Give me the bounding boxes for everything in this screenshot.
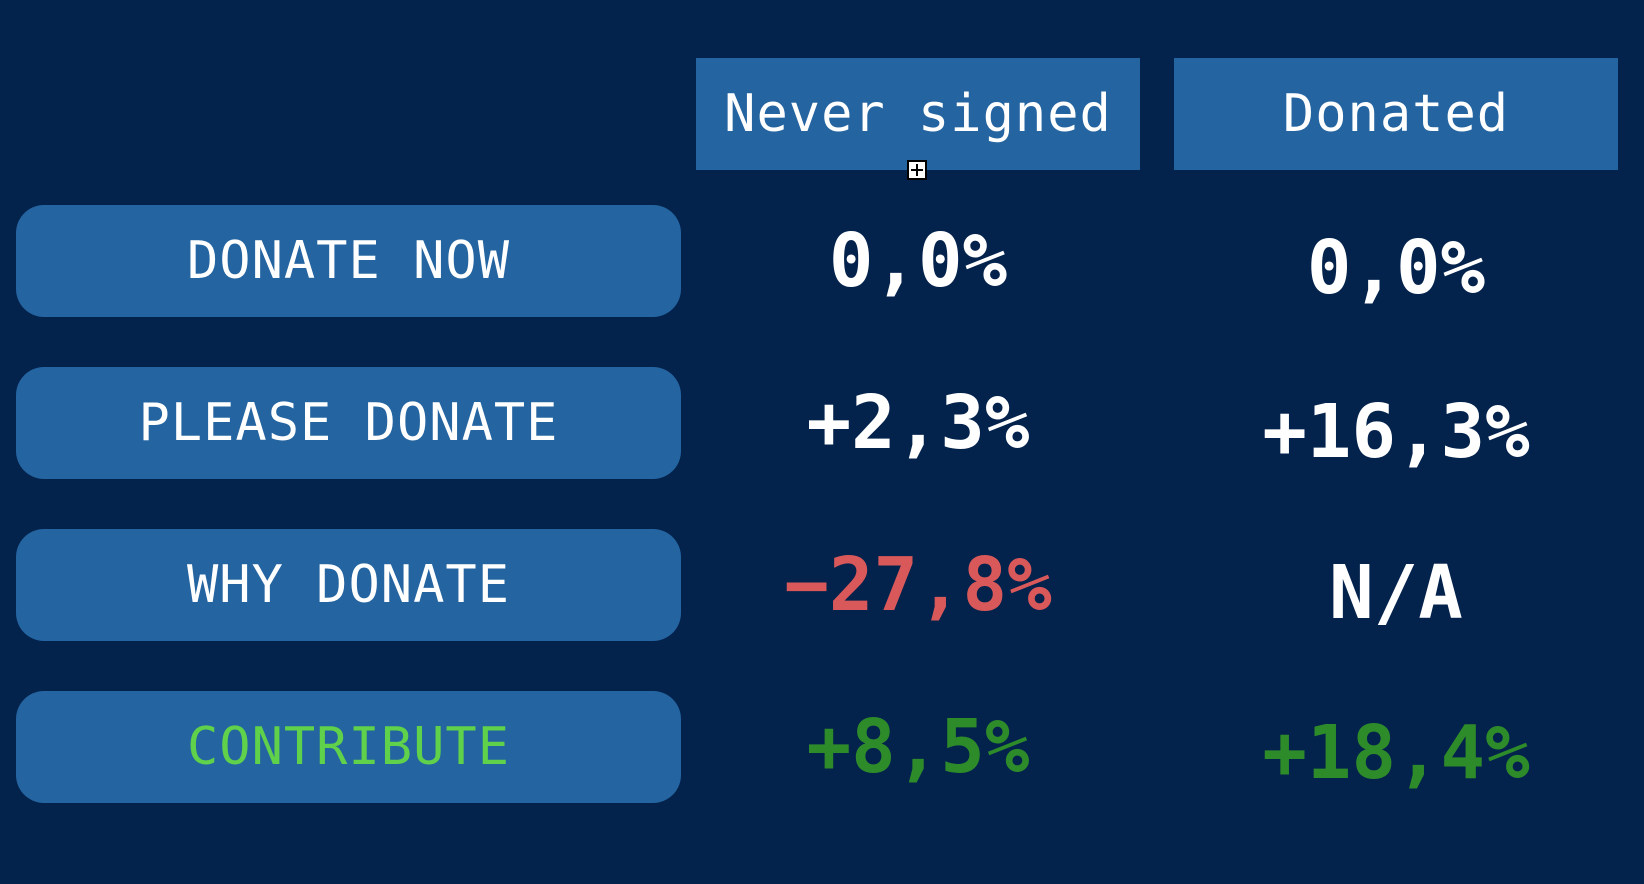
row-label-why-donate[interactable]: WHY DONATE xyxy=(16,529,681,641)
column-header-donated: Donated xyxy=(1174,58,1618,170)
row-label-contribute[interactable]: CONTRIBUTE xyxy=(16,691,681,803)
column-header-never-signed: Never signed xyxy=(696,58,1140,170)
cell-please-donate-donated: +16,3% xyxy=(1262,389,1530,475)
cell-why-donate-never-signed: −27,8% xyxy=(784,542,1052,628)
row-label-please-donate[interactable]: PLEASE DONATE xyxy=(16,367,681,479)
cell-donate-now-donated: 0,0% xyxy=(1306,225,1486,311)
row-label-donate-now[interactable]: DONATE NOW xyxy=(16,205,681,317)
cell-donate-now-never-signed: 0,0% xyxy=(828,218,1008,304)
cell-contribute-donated: +18,4% xyxy=(1262,710,1530,796)
plus-square-icon[interactable] xyxy=(907,160,927,180)
cell-why-donate-donated: N/A xyxy=(1329,550,1463,636)
cell-contribute-never-signed: +8,5% xyxy=(806,704,1030,790)
cell-please-donate-never-signed: +2,3% xyxy=(806,380,1030,466)
